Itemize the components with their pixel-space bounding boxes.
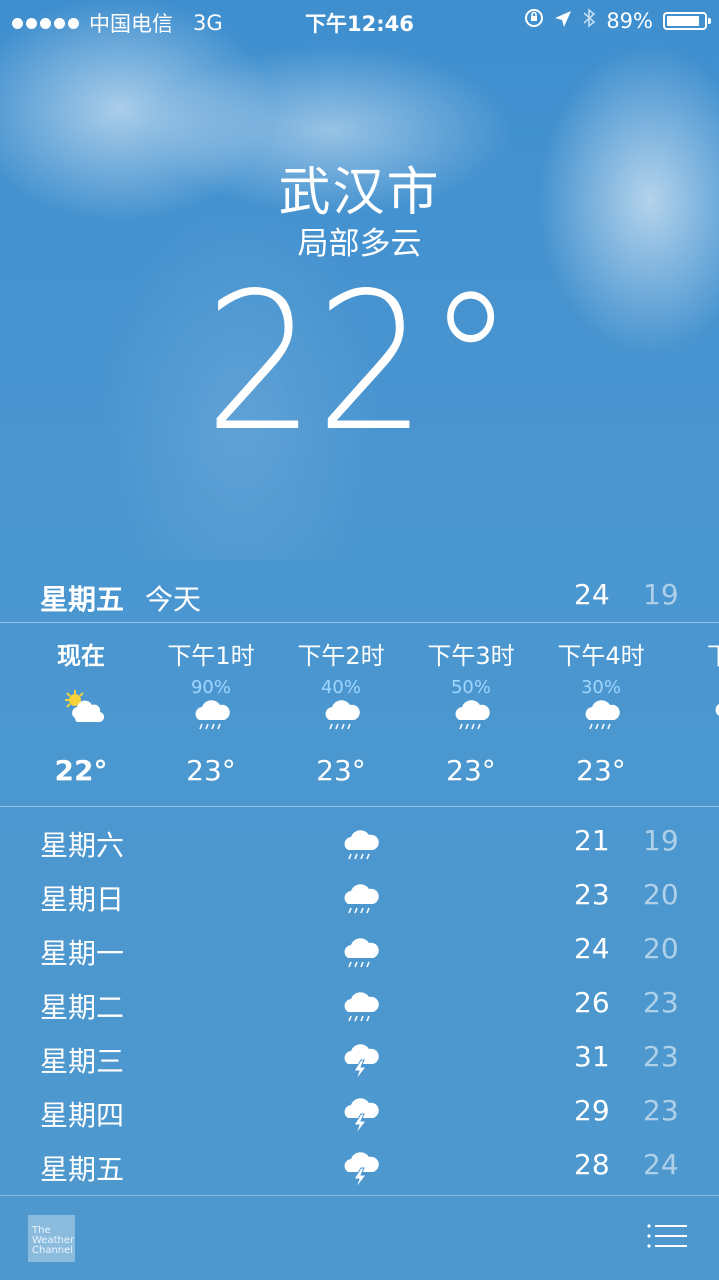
day-high: 23 <box>574 878 610 911</box>
daily-row: 星期五 28 24 <box>0 1142 719 1192</box>
rain-cloud-icon <box>340 822 380 866</box>
hour-time: 下午1时 <box>167 642 255 670</box>
day-high: 31 <box>574 1040 610 1073</box>
hour-time: 现在 <box>57 642 105 670</box>
rain-cloud-icon <box>340 984 380 1028</box>
weather-channel-logo[interactable]: The Weather Channel <box>28 1215 75 1262</box>
today-label: 今天 <box>145 583 202 616</box>
day-low: 20 <box>643 932 679 965</box>
thunderstorm-icon <box>340 1092 380 1136</box>
hour-temp: 23° <box>446 754 496 787</box>
hour-time: 下午3时 <box>427 642 515 670</box>
status-right: 89% <box>524 8 711 33</box>
today-day: 星期五 <box>40 583 125 616</box>
hour-temp: 23° <box>316 754 366 787</box>
day-name: 星期三 <box>40 1045 125 1078</box>
day-low: 19 <box>643 824 679 857</box>
rain-cloud-icon <box>340 930 380 974</box>
today-summary: 星期五 今天 24 19 <box>0 578 719 618</box>
hour-time: 下午4时 <box>557 642 645 670</box>
sun-cloud-icon <box>61 688 105 732</box>
today-low: 19 <box>643 578 679 611</box>
daily-row: 星期二 26 23 <box>0 980 719 1030</box>
day-high: 24 <box>574 932 610 965</box>
daily-row: 星期日 23 20 <box>0 872 719 922</box>
daily-row: 星期三 31 23 <box>0 1034 719 1084</box>
divider <box>0 806 719 807</box>
day-high: 28 <box>574 1148 610 1181</box>
rain-cloud-icon <box>711 688 719 732</box>
hour-temp: 22° <box>54 754 108 787</box>
daily-row: 星期四 29 23 <box>0 1088 719 1138</box>
today-high: 24 <box>574 578 610 611</box>
day-low: 23 <box>643 986 679 1019</box>
rain-cloud-icon <box>321 692 361 736</box>
current-temperature: 22° <box>0 268 719 458</box>
day-low: 24 <box>643 1148 679 1181</box>
city-list-icon[interactable] <box>646 1222 688 1252</box>
city-name: 武汉市 <box>278 163 441 223</box>
divider <box>0 1195 719 1196</box>
hour-time: 下午2时 <box>297 642 385 670</box>
day-name: 星期一 <box>40 937 125 970</box>
location-arrow-icon <box>554 9 572 33</box>
current-temperature-value: 22° <box>204 252 515 473</box>
day-name: 星期二 <box>40 991 125 1024</box>
day-name: 星期四 <box>40 1099 125 1132</box>
hour-temp: 23° <box>576 754 626 787</box>
day-low: 23 <box>643 1040 679 1073</box>
thunderstorm-icon <box>340 1038 380 1082</box>
daily-row: 星期六 21 19 <box>0 818 719 868</box>
orientation-lock-icon <box>524 8 544 33</box>
battery-percent: 89% <box>606 8 653 33</box>
day-name: 星期日 <box>40 883 125 916</box>
daily-row: 星期一 24 20 <box>0 926 719 976</box>
bluetooth-icon <box>582 8 596 33</box>
hourly-forecast[interactable]: 现在 22° 下午1时 90% 23° 下午2时 40% 23° 下午3时 50% 23° 下午4时 3… <box>0 624 719 804</box>
thunderstorm-icon <box>340 1146 380 1190</box>
day-low: 20 <box>643 878 679 911</box>
logo-line: Channel <box>32 1245 74 1256</box>
rain-cloud-icon <box>340 876 380 920</box>
battery-icon <box>663 11 711 30</box>
hour-temp: 2 <box>676 754 719 787</box>
status-bar: 中国电信 3G 下午12:46 89% <box>0 0 719 40</box>
hour-time: 下午 <box>676 636 719 671</box>
hour-temp: 23° <box>186 754 236 787</box>
day-name: 星期五 <box>40 1153 125 1186</box>
rain-cloud-icon <box>581 692 621 736</box>
day-low: 23 <box>643 1094 679 1127</box>
rain-cloud-icon <box>451 692 491 736</box>
day-high: 26 <box>574 986 610 1019</box>
rain-cloud-icon <box>191 692 231 736</box>
day-name: 星期六 <box>40 829 125 862</box>
day-high: 29 <box>574 1094 610 1127</box>
day-high: 21 <box>574 824 610 857</box>
divider <box>0 622 719 623</box>
